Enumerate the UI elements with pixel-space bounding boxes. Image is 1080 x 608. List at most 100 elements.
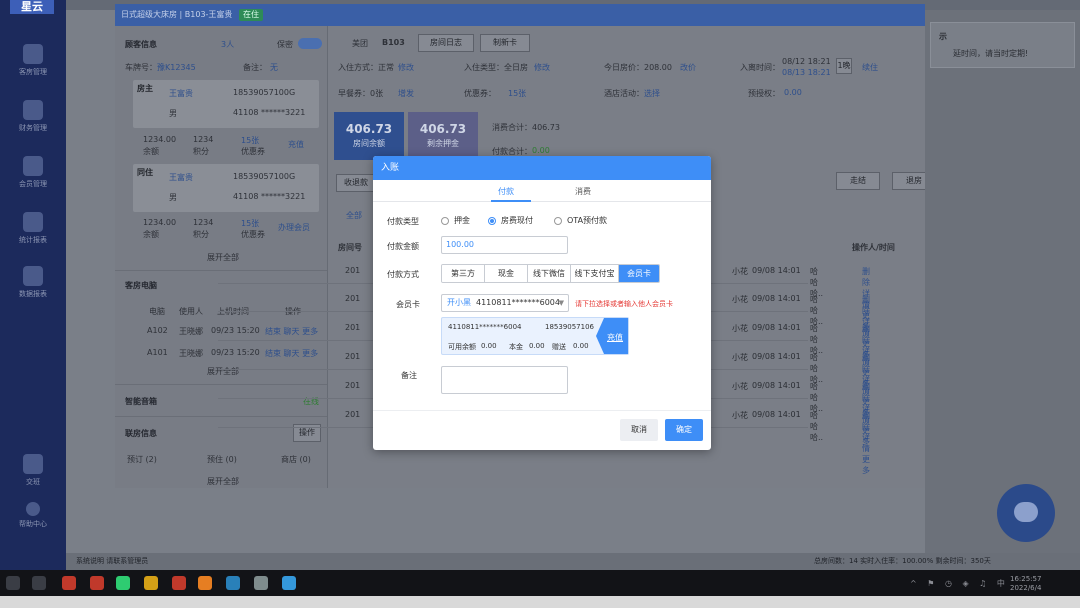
app-icon[interactable] <box>282 576 296 590</box>
preauth-value: 0.00 <box>784 88 802 97</box>
os-taskbar: ^ ⚑ ◷ ◈ ♫ 中 16:25:57 2022/6/4 <box>0 570 1080 596</box>
method-cash[interactable]: 现金 <box>485 265 528 282</box>
guest-count[interactable]: 3人 <box>221 39 234 50</box>
host-id: 41108 ******3221 <box>233 108 306 117</box>
nav-item-help[interactable]: 帮助中心 <box>0 502 66 529</box>
member-card-select[interactable]: 开小黑 4110811*******6004 ▼ <box>441 294 569 312</box>
pay-type-deposit[interactable]: 押金 <box>441 215 470 226</box>
deposit-value: 406.73 <box>419 122 467 136</box>
dialog-title: 入账 <box>373 156 711 180</box>
handle-member-link[interactable]: 办理会员 <box>278 222 310 233</box>
cell-time: 09/08 14:01 <box>752 266 801 275</box>
clock-time: 16:25:57 <box>1010 575 1042 583</box>
grant-breakfast[interactable]: 增发 <box>398 88 414 99</box>
wechat-icon[interactable] <box>116 576 130 590</box>
mc-principal: 0.00 <box>529 342 545 350</box>
coupon-value[interactable]: 15张 <box>508 88 526 99</box>
tab-consume[interactable]: 消费 <box>575 186 591 197</box>
bulb-icon <box>26 502 40 516</box>
windows-start-icon[interactable] <box>6 576 20 590</box>
secret-toggle[interactable] <box>298 38 322 49</box>
mc-gift-label: 赠送 <box>552 343 566 351</box>
checkin-type: 入住类型：全日房 <box>464 63 528 72</box>
room-header: 日式超级大床房 | B103-王富贵 在住 <box>115 4 925 26</box>
host-name: 王富贵 <box>169 89 193 98</box>
card-owner: 开小黑 <box>447 298 471 307</box>
nav-item-rooms[interactable]: 客房管理 <box>0 44 66 77</box>
nav-item-members[interactable]: 会员管理 <box>0 156 66 189</box>
cohabit-amount: 1234.00 <box>143 218 177 227</box>
cell-time: 09/08 14:01 <box>752 323 801 332</box>
recharge-button[interactable]: 充值 <box>607 332 623 343</box>
tab-payment[interactable]: 付款 <box>498 186 514 197</box>
host-amount: 1234.00 <box>143 135 177 144</box>
pay-type-label: 付款类型 <box>387 217 419 226</box>
expand-all-linked[interactable]: 展开全部 <box>207 476 239 487</box>
room-balance-card: 406.73 房间余额 <box>334 112 404 160</box>
cohabit-amount-label: 余额 <box>143 230 159 239</box>
app-icon[interactable] <box>90 576 104 590</box>
pay-total-value: 0.00 <box>532 146 550 155</box>
app-icon[interactable] <box>254 576 268 590</box>
app-icon[interactable] <box>62 576 76 590</box>
method-offline-wechat[interactable]: 线下微信 <box>528 265 571 282</box>
mc-phone: 18539057106 <box>545 323 594 331</box>
cell-actions[interactable]: 删除 详情 更多 <box>862 410 870 476</box>
adjust-price[interactable]: 改价 <box>680 62 696 73</box>
app-icon[interactable] <box>172 576 186 590</box>
cell-room: 201 <box>345 410 361 419</box>
confirm-button[interactable]: 确定 <box>665 419 703 441</box>
notice-card: 示 延时间，请当时定期! <box>930 22 1075 68</box>
collect-refund-button[interactable]: 收退款 <box>336 174 376 192</box>
checkout-button[interactable]: 退房 <box>892 172 925 190</box>
nav-item-shift[interactable]: 交班 <box>0 454 66 487</box>
cell-time: 09/08 14:01 <box>752 381 801 390</box>
task-view-icon[interactable] <box>32 576 46 590</box>
app-icon[interactable] <box>226 576 240 590</box>
nav-item-stats[interactable]: 统计报表 <box>0 212 66 245</box>
method-third-party[interactable]: 第三方 <box>442 265 485 282</box>
chrome-icon[interactable] <box>198 576 212 590</box>
remark-textarea[interactable] <box>441 366 568 394</box>
amount-input[interactable]: 100.00 <box>441 236 568 254</box>
system-notice: 系统说明 请联系管理员 <box>76 557 149 565</box>
star-icon[interactable] <box>144 576 158 590</box>
method-label: 付款方式 <box>387 270 419 279</box>
system-tray: ^ ⚑ ◷ ◈ ♫ 中 <box>910 579 1009 588</box>
linked-item[interactable]: 预住 (0) <box>207 454 237 465</box>
report-icon <box>23 266 43 286</box>
extend-stay[interactable]: 续住 <box>862 62 878 73</box>
pay-type-ota[interactable]: OTA预付款 <box>554 215 607 226</box>
tab-all[interactable]: 全部 <box>346 210 362 221</box>
preauth-label: 预授权： <box>748 89 780 98</box>
deposit-label: 剩余押金 <box>427 139 459 148</box>
linked-item[interactable]: 商店 (0) <box>281 454 311 465</box>
card-hint: 请下拉选择或者输入他人会员卡 <box>575 300 673 308</box>
nav-item-reports[interactable]: 数据报表 <box>0 266 66 299</box>
chat-icon[interactable] <box>997 484 1055 542</box>
pay-type-room-fee[interactable]: 房费现付 <box>488 215 533 226</box>
method-member-card[interactable]: 会员卡 <box>619 265 659 282</box>
cancel-button[interactable]: 取消 <box>620 419 658 441</box>
mc-gift: 0.00 <box>573 342 589 350</box>
nav-item-finance[interactable]: 财务管理 <box>0 100 66 133</box>
coupon-label: 优惠券： <box>464 89 496 98</box>
cohabit-id: 41108 ******3221 <box>233 192 306 201</box>
host-card: 房主 王富贵 18539057100G 男 41108 ******3221 <box>133 80 319 128</box>
method-offline-alipay[interactable]: 线下支付宝 <box>571 265 619 282</box>
cell-room: 201 <box>345 381 361 390</box>
checkout-settle-button[interactable]: 走结 <box>836 172 880 190</box>
modify-checkin-way[interactable]: 修改 <box>398 62 414 73</box>
radio-checked-icon <box>488 216 496 225</box>
room-log-button[interactable]: 房间日志 <box>418 34 474 52</box>
hotel-activity-select[interactable]: 选择 <box>644 88 660 99</box>
recharge-link[interactable]: 充值 <box>288 139 304 150</box>
col-header: 房间号 <box>338 243 362 252</box>
make-card-button[interactable]: 制新卡 <box>480 34 530 52</box>
host-coupon[interactable]: 15张 <box>241 135 259 146</box>
modify-checkin-type[interactable]: 修改 <box>534 62 550 73</box>
linked-item[interactable]: 预订 (2) <box>127 454 157 465</box>
status-badge: 在住 <box>238 9 263 21</box>
cohabit-coupon[interactable]: 15张 <box>241 218 259 229</box>
clock[interactable]: 16:25:57 2022/6/4 <box>1010 575 1041 593</box>
